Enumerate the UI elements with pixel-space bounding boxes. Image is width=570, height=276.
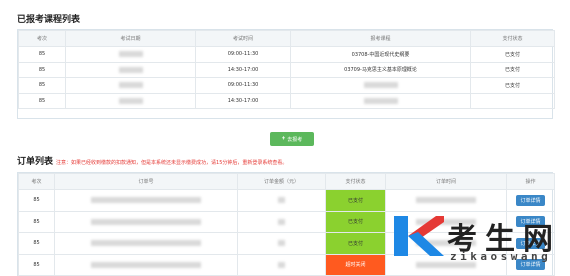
page: 已报考课程列表 考次 考试日期 考试时间 报考课程 支付状态 85 09:00-…	[0, 0, 570, 276]
term-cell: 85	[18, 253, 55, 276]
col-actions: 操作	[506, 173, 555, 190]
col-exam-time: 考试时间	[195, 30, 291, 47]
order-details-button[interactable]: 订单详情	[516, 259, 545, 271]
order-details-button[interactable]: 订单详情	[516, 216, 545, 228]
actions-cell: 订单详情	[506, 232, 555, 255]
col-order-time: 订单时间	[385, 173, 507, 190]
go-register-button[interactable]: + 去报考	[270, 132, 314, 146]
order-number-cell	[54, 253, 238, 276]
payment-notice: 注意：如果已经收到缴款的扣款通知，但是本系统还未显示缴费成功，请15分钟后，重新…	[56, 160, 288, 166]
table-row: 85 09:00-11:30 已支付	[18, 77, 555, 94]
term-cell: 85	[18, 61, 66, 78]
pay-status-cell: 已支付	[470, 77, 555, 94]
exam-time-cell: 09:00-11:30	[195, 77, 291, 94]
term-cell: 85	[18, 77, 66, 94]
exam-time-cell: 14:30-17:00	[195, 61, 291, 78]
course-cell	[290, 92, 471, 109]
term-cell: 85	[18, 46, 66, 63]
col-pay-status: 支付状态	[325, 173, 386, 190]
pay-status-cell: 已支付	[325, 232, 386, 255]
orders-header: 订单列表 注意：如果已经收到缴款的扣款通知，但是本系统还未显示缴费成功，请15分…	[17, 154, 287, 167]
order-time-cell	[385, 189, 507, 212]
exam-time-cell: 09:00-11:30	[195, 46, 291, 63]
orders-panel: 考次 订单号 订单金额（元） 支付状态 订单时间 操作 85 已支付 订单详情	[17, 172, 555, 276]
col-term: 考次	[18, 30, 66, 47]
col-exam-date: 考试日期	[65, 30, 196, 47]
table-row: 85 14:30-17:00 03709-马克思主义基本原理概论 已支付	[18, 61, 555, 78]
order-amount-cell	[237, 210, 326, 233]
term-cell: 85	[18, 92, 66, 109]
order-number-cell	[54, 210, 238, 233]
orders-title: 订单列表	[17, 157, 54, 167]
pay-status-cell: 已支付	[325, 210, 386, 233]
course-cell: 03709-马克思主义基本原理概论	[290, 61, 471, 78]
order-number-cell	[54, 232, 238, 255]
term-cell: 85	[18, 210, 55, 233]
table-row: 85 14:30-17:00	[18, 92, 555, 109]
table-header-row: 考次 订单号 订单金额（元） 支付状态 订单时间 操作	[18, 173, 555, 190]
registered-courses-panel: 考次 考试日期 考试时间 报考课程 支付状态 85 09:00-11:30 03…	[17, 29, 555, 119]
col-term: 考次	[18, 173, 55, 190]
table-row: 85 已支付 订单详情	[18, 189, 555, 212]
go-register-label: 去报考	[287, 136, 303, 143]
exam-date-cell	[65, 46, 196, 63]
course-cell	[290, 77, 471, 94]
actions-cell: 订单详情	[506, 210, 555, 233]
actions-cell: 订单详情	[506, 189, 555, 212]
order-amount-cell	[237, 189, 326, 212]
exam-date-cell	[65, 92, 196, 109]
order-time-cell	[385, 232, 507, 255]
pay-status-cell: 已支付	[470, 61, 555, 78]
order-details-button[interactable]: 订单详情	[516, 237, 545, 249]
col-order-number: 订单号	[54, 173, 238, 190]
col-course: 报考课程	[290, 30, 471, 47]
col-pay-status: 支付状态	[470, 30, 555, 47]
order-details-button[interactable]: 订单详情	[516, 194, 545, 206]
orders-table: 考次 订单号 订单金额（元） 支付状态 订单时间 操作 85 已支付 订单详情	[18, 173, 555, 276]
table-header-row: 考次 考试日期 考试时间 报考课程 支付状态	[18, 30, 555, 47]
actions-cell: 订单详情	[506, 253, 555, 276]
plus-icon: +	[281, 136, 286, 142]
registered-courses-title: 已报考课程列表	[17, 15, 81, 25]
order-time-cell	[385, 210, 507, 233]
pay-status-cell	[470, 92, 555, 109]
pay-status-cell: 超时关闭	[325, 253, 386, 276]
registered-courses-table: 考次 考试日期 考试时间 报考课程 支付状态 85 09:00-11:30 03…	[18, 30, 555, 109]
table-row: 85 已支付 订单详情	[18, 232, 555, 255]
order-amount-cell	[237, 232, 326, 255]
pay-status-cell: 已支付	[470, 46, 555, 63]
term-cell: 85	[18, 189, 55, 212]
course-cell: 03708-中国近现代史纲要	[290, 46, 471, 63]
table-row: 85 09:00-11:30 03708-中国近现代史纲要 已支付	[18, 46, 555, 63]
col-order-amount: 订单金额（元）	[237, 173, 326, 190]
table-row: 85 已支付 订单详情	[18, 210, 555, 233]
order-time-cell	[385, 253, 507, 276]
exam-date-cell	[65, 61, 196, 78]
order-number-cell	[54, 189, 238, 212]
order-amount-cell	[237, 253, 326, 276]
exam-date-cell	[65, 77, 196, 94]
term-cell: 85	[18, 232, 55, 255]
table-row: 85 超时关闭 订单详情	[18, 253, 555, 276]
exam-time-cell: 14:30-17:00	[195, 92, 291, 109]
pay-status-cell: 已支付	[325, 189, 386, 212]
